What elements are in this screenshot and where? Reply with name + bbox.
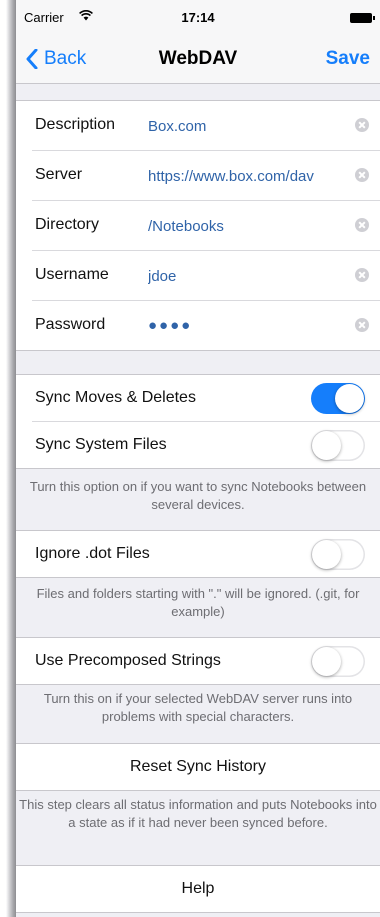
directory-field[interactable]: /Notebooks — [148, 218, 328, 235]
password-field[interactable]: ●●●● — [148, 317, 328, 334]
ignore-dot-files-label: Ignore .dot Files — [35, 545, 150, 562]
password-label: Password — [35, 316, 106, 333]
sync-moves-deletes-toggle[interactable] — [311, 383, 365, 414]
use-precomposed-strings-label: Use Precomposed Strings — [35, 652, 221, 669]
help-button[interactable]: Help — [16, 865, 380, 913]
battery-icon — [350, 13, 375, 23]
ignore-dot-files-row: Ignore .dot Files — [16, 531, 380, 577]
ignore-dot-files-note: Files and folders starting with "." will… — [36, 586, 360, 619]
sync-system-files-toggle[interactable] — [311, 430, 365, 461]
username-row: Username jdoe — [32, 251, 380, 301]
sync-toggles-group: Sync Moves & Deletes Sync System Files — [16, 374, 380, 469]
description-row: Description Box.com — [32, 101, 380, 151]
server-row: Server https://www.box.com/dav — [32, 151, 380, 201]
toggle-knob — [335, 384, 364, 413]
server-field[interactable]: https://www.box.com/dav — [148, 168, 328, 185]
sync-moves-deletes-label: Sync Moves & Deletes — [35, 389, 196, 406]
clear-password-icon[interactable] — [355, 318, 369, 332]
sync-system-files-note: Turn this option on if you want to sync … — [29, 479, 367, 512]
toggle-knob — [312, 647, 341, 676]
directory-row: Directory /Notebooks — [32, 201, 380, 251]
use-precomposed-strings-toggle[interactable] — [311, 646, 365, 677]
precomposed-strings-group: Use Precomposed Strings — [16, 637, 380, 685]
sync-system-files-row: Sync System Files — [32, 421, 380, 468]
description-field[interactable]: Box.com — [148, 118, 328, 135]
save-button[interactable]: Save — [326, 48, 370, 70]
navigation-bar: Back WebDAV Save — [16, 34, 380, 84]
sync-moves-deletes-row: Sync Moves & Deletes — [16, 375, 380, 421]
reset-sync-history-note: This step clears all status information … — [19, 797, 377, 830]
directory-label: Directory — [35, 216, 100, 233]
ignore-dot-files-group: Ignore .dot Files — [16, 530, 380, 578]
ignore-dot-files-toggle[interactable] — [311, 539, 365, 570]
reset-sync-history-button[interactable]: Reset Sync History — [16, 743, 380, 791]
sync-system-files-label: Sync System Files — [35, 436, 167, 453]
username-field[interactable]: jdoe — [148, 268, 328, 285]
clear-directory-icon[interactable] — [355, 218, 369, 232]
clear-username-icon[interactable] — [355, 268, 369, 282]
clear-server-icon[interactable] — [355, 168, 369, 182]
screen: Carrier 17:14 Back WebDAV Save Descripti… — [16, 0, 380, 917]
window-edge-shadow — [0, 0, 16, 917]
username-label: Username — [35, 266, 109, 283]
app-frame: Carrier 17:14 Back WebDAV Save Descripti… — [0, 0, 380, 917]
use-precomposed-strings-note: Turn this on if your selected WebDAV ser… — [43, 691, 353, 724]
description-label: Description — [35, 116, 116, 133]
status-bar: Carrier 17:14 — [16, 0, 380, 34]
clear-description-icon[interactable] — [355, 118, 369, 132]
clock: 17:14 — [181, 10, 215, 25]
toggle-knob — [312, 540, 341, 569]
password-row: Password ●●●● — [32, 301, 380, 350]
server-label: Server — [35, 166, 83, 183]
use-precomposed-strings-row: Use Precomposed Strings — [16, 638, 380, 684]
toggle-knob — [312, 431, 341, 460]
server-form: Description Box.com Server https://www.b… — [16, 100, 380, 351]
